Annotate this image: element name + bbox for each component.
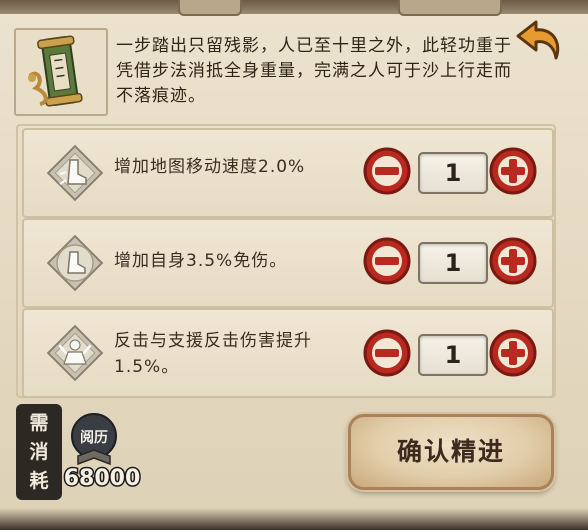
- option-row: 反击与支援反击伤害提升1.5%。 1: [22, 308, 554, 398]
- cost-amount: 68000: [62, 465, 142, 493]
- increase-button[interactable]: [488, 328, 538, 378]
- option-label: 增加自身3.5%免伤。: [114, 251, 288, 271]
- option-row: 增加地图移动速度2.0% 1: [22, 128, 554, 218]
- decrease-button[interactable]: [362, 146, 412, 196]
- cost-label-char: 需: [29, 411, 49, 434]
- option-row: 增加自身3.5%免伤。 1: [22, 218, 554, 308]
- bottom-edge: [0, 508, 588, 530]
- currency-icon-text: 阅历: [80, 429, 108, 446]
- quantity-value[interactable]: 1: [418, 152, 488, 194]
- option-label: 反击与支援反击伤害提升1.5%。: [114, 331, 312, 377]
- decrease-button[interactable]: [362, 328, 412, 378]
- back-arrow-icon[interactable]: [512, 18, 566, 66]
- increase-button[interactable]: [488, 236, 538, 286]
- top-tab-left: [178, 0, 242, 16]
- scroll-icon: [14, 28, 108, 116]
- cost-label-char: 消: [29, 440, 49, 463]
- decrease-button[interactable]: [362, 236, 412, 286]
- confirm-refine-button[interactable]: 确认精进: [348, 414, 554, 490]
- skill-description: 一步踏出只留残影，人已至十里之外，此轻功重于凭借步法消抵全身重量，完满之人可于沙…: [116, 36, 512, 106]
- quantity-value[interactable]: 1: [418, 242, 488, 284]
- quantity-value[interactable]: 1: [418, 334, 488, 376]
- increase-button[interactable]: [488, 146, 538, 196]
- boot-speed-icon: [42, 140, 108, 206]
- cost-label-char: 耗: [29, 469, 49, 492]
- boot-defense-icon: [42, 230, 108, 296]
- option-label: 增加地图移动速度2.0%: [114, 157, 306, 177]
- figure-counter-icon: [42, 320, 108, 386]
- top-tab-right: [398, 0, 502, 16]
- refine-panel: 一步踏出只留残影，人已至十里之外，此轻功重于凭借步法消抵全身重量，完满之人可于沙…: [0, 0, 588, 530]
- experience-book-icon: 阅历: [64, 410, 124, 472]
